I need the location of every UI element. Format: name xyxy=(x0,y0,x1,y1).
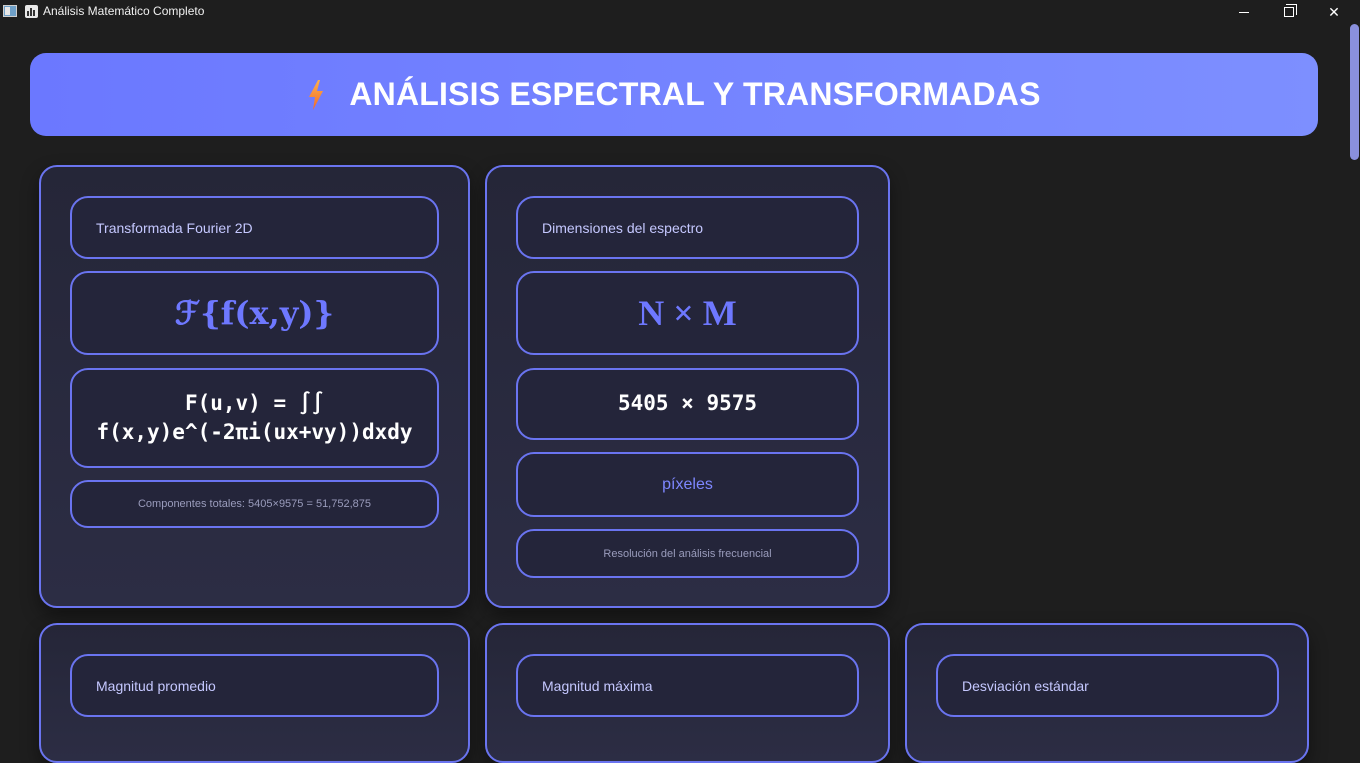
fourier-symbol-box: ℱ{f(x,y)} xyxy=(70,271,439,355)
vertical-scrollbar[interactable] xyxy=(1348,24,1360,720)
dimensions-value-box: 5405 × 9575 xyxy=(516,368,859,440)
window-title: Análisis Matemático Completo xyxy=(43,4,205,18)
fourier-label-text: Transformada Fourier 2D xyxy=(96,219,253,236)
page-title: ANÁLISIS ESPECTRAL Y TRANSFORMADAS xyxy=(349,76,1041,112)
std-dev-card: Desviación estándar xyxy=(905,623,1309,763)
magnitude-max-label-text: Magnitud máxima xyxy=(542,677,653,694)
minimize-button[interactable] xyxy=(1221,0,1267,24)
dimensions-symbol: N × M xyxy=(638,293,737,333)
fourier-card: Transformada Fourier 2D ℱ{f(x,y)} F(u,v)… xyxy=(39,165,470,608)
fourier-label: Transformada Fourier 2D xyxy=(70,196,439,259)
fourier-formula-line1: F(u,v) = ∫∫ xyxy=(184,390,325,415)
restore-icon xyxy=(1284,4,1297,17)
magnitude-avg-label: Magnitud promedio xyxy=(70,654,439,717)
window-titlebar: Análisis Matemático Completo ✕ xyxy=(0,0,1360,24)
std-dev-label: Desviación estándar xyxy=(936,654,1279,717)
minimize-icon xyxy=(1239,11,1249,13)
fourier-note: Componentes totales: 5405×9575 = 51,752,… xyxy=(137,498,372,510)
dimensions-label-text: Dimensiones del espectro xyxy=(542,219,704,236)
dimensions-value: 5405 × 9575 xyxy=(617,391,758,416)
scrollbar-thumb[interactable] xyxy=(1350,24,1359,160)
app-window-icon xyxy=(3,5,17,17)
dimensions-unit-box: píxeles xyxy=(516,452,859,517)
magnitude-max-card: Magnitud máxima xyxy=(485,623,890,763)
fourier-formula-line2: f(x,y)e^(-2πi(ux+vy))dxdy xyxy=(96,420,413,444)
dimensions-card: Dimensiones del espectro N × M 5405 × 95… xyxy=(485,165,890,608)
dimensions-unit: píxeles xyxy=(662,475,713,493)
fourier-formula-box: F(u,v) = ∫∫ f(x,y)e^(-2πi(ux+vy))dxdy xyxy=(70,368,439,468)
dimensions-symbol-box: N × M xyxy=(516,271,859,355)
magnitude-max-label: Magnitud máxima xyxy=(516,654,859,717)
dimensions-note: Resolución del análisis frecuencial xyxy=(603,547,772,560)
std-dev-label-text: Desviación estándar xyxy=(962,677,1089,694)
lightning-bolt-icon xyxy=(309,79,324,110)
dimensions-note-box: Resolución del análisis frecuencial xyxy=(516,529,859,578)
fourier-note-box: Componentes totales: 5405×9575 = 51,752,… xyxy=(70,480,439,528)
dimensions-label: Dimensiones del espectro xyxy=(516,196,859,259)
magnitude-avg-card: Magnitud promedio xyxy=(39,623,470,763)
close-icon: ✕ xyxy=(1328,3,1340,20)
fourier-symbol: ℱ{f(x,y)} xyxy=(174,294,335,332)
magnitude-avg-label-text: Magnitud promedio xyxy=(96,677,216,694)
bar-chart-icon xyxy=(25,5,38,18)
maximize-button[interactable] xyxy=(1266,0,1312,24)
header-banner: ANÁLISIS ESPECTRAL Y TRANSFORMADAS xyxy=(30,53,1318,136)
close-button[interactable]: ✕ xyxy=(1311,0,1357,24)
